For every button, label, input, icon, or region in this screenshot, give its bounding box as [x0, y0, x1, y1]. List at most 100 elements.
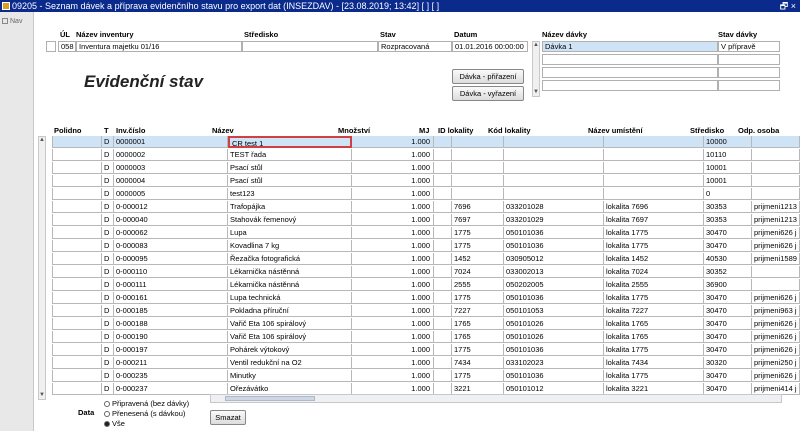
asset-name-cell[interactable]: Lupa: [228, 227, 352, 239]
asset-name-cell[interactable]: Pokladna příruční: [228, 305, 352, 317]
unit-cell[interactable]: [434, 227, 452, 239]
person-cell[interactable]: [752, 136, 800, 148]
inv-number-cell[interactable]: 0000005: [114, 188, 228, 200]
table-row[interactable]: D 0-000211 Ventil redukční na O2 1.000 7434 0…: [52, 357, 800, 369]
polidno-cell[interactable]: [52, 266, 102, 278]
table-row[interactable]: D 0-000190 Vařič Eta 106 spirálový 1.000 176…: [52, 331, 800, 343]
location-id-cell[interactable]: 1775: [452, 344, 504, 356]
window-controls[interactable]: 🗗 ×: [780, 0, 796, 12]
center-cell[interactable]: 30470: [704, 292, 752, 304]
polidno-cell[interactable]: [52, 279, 102, 291]
polidno-cell[interactable]: [52, 201, 102, 213]
type-cell[interactable]: D: [102, 227, 114, 239]
type-cell[interactable]: D: [102, 175, 114, 187]
batch-name-cell[interactable]: [542, 54, 718, 65]
location-name-cell[interactable]: lokalita 7697: [604, 214, 704, 226]
unit-cell[interactable]: [434, 357, 452, 369]
asset-name-cell[interactable]: Kovadlina 7 kg: [228, 240, 352, 252]
polidno-cell[interactable]: [52, 227, 102, 239]
person-cell[interactable]: prijmeni626 j: [752, 318, 800, 330]
type-cell[interactable]: D: [102, 305, 114, 317]
unit-cell[interactable]: [434, 214, 452, 226]
inventory-row-marker[interactable]: [46, 41, 56, 52]
table-row[interactable]: D 0000005 test123 1.000 0: [52, 188, 800, 200]
quantity-cell[interactable]: 1.000: [352, 279, 434, 291]
inv-number-cell[interactable]: 0000003: [114, 162, 228, 174]
location-id-cell[interactable]: 2555: [452, 279, 504, 291]
quantity-cell[interactable]: 1.000: [352, 266, 434, 278]
asset-name-cell[interactable]: Lékarnička nástěnná: [228, 279, 352, 291]
location-name-cell[interactable]: [604, 136, 704, 148]
location-code-cell[interactable]: 050101036: [504, 344, 604, 356]
inventory-name-field[interactable]: Inventura majetku 01/16: [76, 41, 242, 52]
batch-name-cell[interactable]: [542, 67, 718, 78]
inventory-date-field[interactable]: 01.01.2016 00:00:00: [452, 41, 528, 52]
center-cell[interactable]: 30470: [704, 240, 752, 252]
unit-cell[interactable]: [434, 318, 452, 330]
person-cell[interactable]: [752, 149, 800, 161]
location-name-cell[interactable]: lokalita 2555: [604, 279, 704, 291]
location-id-cell[interactable]: [452, 162, 504, 174]
asset-name-cell[interactable]: Psací stůl: [228, 175, 352, 187]
inventory-center-field[interactable]: [242, 41, 378, 52]
inv-number-cell[interactable]: 0000001: [114, 136, 228, 148]
type-cell[interactable]: D: [102, 201, 114, 213]
batch-remove-button[interactable]: Dávka - vyřazení: [452, 86, 524, 101]
center-cell[interactable]: 30470: [704, 318, 752, 330]
inv-number-cell[interactable]: 0-000111: [114, 279, 228, 291]
batch-state-cell[interactable]: [718, 67, 780, 78]
person-cell[interactable]: prijmeni626 j: [752, 344, 800, 356]
location-code-cell[interactable]: 050202005: [504, 279, 604, 291]
table-row[interactable]: D 0-000185 Pokladna příruční 1.000 7227 05010…: [52, 305, 800, 317]
unit-cell[interactable]: [434, 175, 452, 187]
location-name-cell[interactable]: lokalita 1775: [604, 240, 704, 252]
quantity-cell[interactable]: 1.000: [352, 253, 434, 265]
location-id-cell[interactable]: 7024: [452, 266, 504, 278]
location-id-cell[interactable]: 1452: [452, 253, 504, 265]
batch-state-cell[interactable]: V přípravě: [718, 41, 780, 52]
asset-name-cell[interactable]: test123: [228, 188, 352, 200]
quantity-cell[interactable]: 1.000: [352, 136, 434, 148]
unit-cell[interactable]: [434, 331, 452, 343]
type-cell[interactable]: D: [102, 136, 114, 148]
location-name-cell[interactable]: [604, 188, 704, 200]
type-cell[interactable]: D: [102, 292, 114, 304]
center-cell[interactable]: 30352: [704, 266, 752, 278]
unit-cell[interactable]: [434, 162, 452, 174]
location-id-cell[interactable]: [452, 149, 504, 161]
center-cell[interactable]: 10001: [704, 175, 752, 187]
delete-button[interactable]: Smazat: [210, 410, 246, 425]
filter-option-prepared[interactable]: Připravená (bez dávky): [104, 399, 189, 409]
polidno-cell[interactable]: [52, 292, 102, 304]
quantity-cell[interactable]: 1.000: [352, 201, 434, 213]
location-id-cell[interactable]: 1775: [452, 292, 504, 304]
asset-name-cell[interactable]: Řezačka fotografická: [228, 253, 352, 265]
nav-toggle[interactable]: Nav: [2, 18, 22, 25]
center-cell[interactable]: 30353: [704, 214, 752, 226]
type-cell[interactable]: D: [102, 279, 114, 291]
center-cell[interactable]: 30470: [704, 370, 752, 382]
person-cell[interactable]: prijmeni1213: [752, 214, 800, 226]
quantity-cell[interactable]: 1.000: [352, 214, 434, 226]
table-row[interactable]: D 0-000012 Trafopájka 1.000 7696 033201028 lok…: [52, 201, 800, 213]
location-name-cell[interactable]: lokalita 1775: [604, 292, 704, 304]
quantity-cell[interactable]: 1.000: [352, 344, 434, 356]
inv-number-cell[interactable]: 0-000188: [114, 318, 228, 330]
inv-number-cell[interactable]: 0-000110: [114, 266, 228, 278]
person-cell[interactable]: prijmeni626 j: [752, 227, 800, 239]
location-code-cell[interactable]: 050101036: [504, 240, 604, 252]
quantity-cell[interactable]: 1.000: [352, 305, 434, 317]
center-cell[interactable]: 36900: [704, 279, 752, 291]
location-code-cell[interactable]: 050101053: [504, 305, 604, 317]
unit-cell[interactable]: [434, 149, 452, 161]
center-cell[interactable]: 10110: [704, 149, 752, 161]
location-name-cell[interactable]: lokalita 7024: [604, 266, 704, 278]
location-code-cell[interactable]: [504, 136, 604, 148]
person-cell[interactable]: prijmeni626 j: [752, 240, 800, 252]
type-cell[interactable]: D: [102, 344, 114, 356]
table-row[interactable]: D 0-000095 Řezačka fotografická 1.000 1452 03…: [52, 253, 800, 265]
center-cell[interactable]: 30470: [704, 305, 752, 317]
scroll-up-icon[interactable]: ▲: [39, 137, 45, 144]
type-cell[interactable]: D: [102, 214, 114, 226]
asset-name-cell[interactable]: Pohárek výtokový: [228, 344, 352, 356]
